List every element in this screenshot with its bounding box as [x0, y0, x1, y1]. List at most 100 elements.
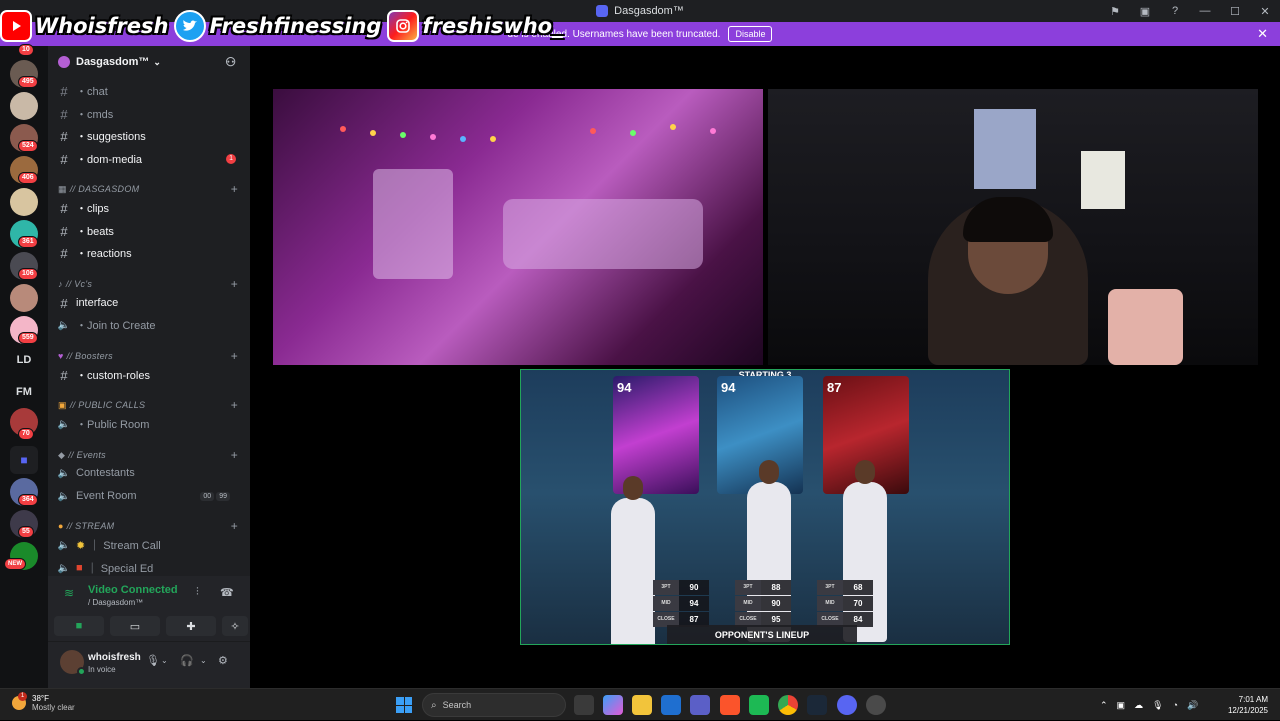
voice-event-room[interactable]: 🔈 Event Room 00 99: [56, 486, 242, 506]
copilot-icon[interactable]: [603, 695, 623, 715]
app-icon[interactable]: [749, 695, 769, 715]
category-label: // Boosters: [66, 351, 113, 361]
invite-people-icon[interactable]: ⚇: [225, 55, 236, 69]
player-model: [611, 476, 655, 644]
microphone-icon[interactable]: 🎙: [146, 654, 160, 667]
username[interactable]: whoisfresh: [88, 652, 141, 663]
weather-widget[interactable]: 1 38°F Mostly clear: [12, 692, 75, 712]
microphone-tray-icon[interactable]: 🎙: [1152, 700, 1163, 711]
brave-icon[interactable]: [720, 695, 740, 715]
channel-label: Contestants: [76, 467, 135, 479]
server-text-icon[interactable]: FM: [10, 378, 38, 406]
channel-label: ・suggestions: [76, 131, 146, 143]
headphones-icon[interactable]: 🎧: [180, 654, 194, 667]
file-explorer-icon[interactable]: [632, 695, 652, 715]
voice-stream-call[interactable]: 🔈 ✹ ｜ Stream Call: [56, 535, 242, 555]
video-tile-game-stream[interactable]: STARTING 3 94 94 87 3PT 90 MID 94 CLOSE 87 …: [520, 369, 1010, 645]
screen-share-icon: ▭: [129, 620, 141, 633]
add-channel-icon[interactable]: +: [231, 182, 238, 196]
heart-icon: ♥: [58, 351, 64, 361]
server-icon[interactable]: [10, 92, 38, 120]
voice-status[interactable]: Video Connected: [88, 584, 178, 596]
channel-dom-media[interactable]: # ・dom-media 1: [56, 149, 242, 169]
soundboard-icon: ✧: [230, 620, 240, 633]
server-text-icon[interactable]: LD: [10, 346, 38, 374]
settings-gear-icon[interactable]: ⚙: [218, 654, 228, 667]
category-dasgasdom[interactable]: ▦// DASGASDOM +: [58, 181, 242, 197]
maximize-button[interactable]: ☐: [1220, 5, 1250, 18]
settings-icon[interactable]: [866, 695, 886, 715]
channel-chat[interactable]: # ・chat: [56, 81, 242, 101]
stat-value: 94: [689, 599, 699, 608]
network-icon[interactable]: ☁: [1134, 700, 1143, 711]
inbox-icon[interactable]: ⚑: [1100, 5, 1130, 18]
wifi-icon[interactable]: ◔: [1173, 700, 1178, 710]
store-icon[interactable]: [661, 695, 681, 715]
start-button[interactable]: [396, 697, 412, 713]
category-stream[interactable]: ●// STREAM +: [58, 518, 242, 534]
taskbar-clock[interactable]: 7:01 AM 12/21/2025: [1228, 694, 1268, 716]
video-tile-webcam[interactable]: [768, 89, 1258, 365]
taskbar-search[interactable]: ⌕ Search: [422, 693, 566, 717]
minimize-button[interactable]: —: [1190, 5, 1220, 17]
disconnect-icon[interactable]: ☎: [220, 586, 234, 599]
channel-custom-roles[interactable]: # ・custom-roles: [56, 365, 242, 385]
tray-overflow-icon[interactable]: ⌃: [1100, 700, 1108, 711]
steam-icon[interactable]: [807, 695, 827, 715]
add-channel-icon[interactable]: +: [231, 448, 238, 462]
close-window-button[interactable]: ✕: [1250, 5, 1280, 18]
channel-reactions[interactable]: # ・reactions: [56, 243, 242, 263]
help-icon[interactable]: ?: [1160, 5, 1190, 17]
channel-label: ・cmds: [76, 109, 114, 121]
chevron-down-icon[interactable]: ⌄: [161, 656, 168, 665]
chevron-down-icon[interactable]: ⌄: [200, 656, 207, 665]
channel-label: ・dom-media: [76, 154, 143, 166]
add-channel-icon[interactable]: +: [231, 349, 238, 363]
task-view-icon[interactable]: [574, 695, 594, 715]
server-header[interactable]: Dasgasdom™ ⌄ ⚇: [48, 46, 250, 78]
voice-public-room[interactable]: 🔈 ・Public Room: [56, 414, 242, 434]
video-tile-room[interactable]: [273, 89, 763, 365]
channel-clips[interactable]: # ・clips: [56, 198, 242, 218]
teams-icon[interactable]: [690, 695, 710, 715]
channel-beats[interactable]: # ・beats: [56, 221, 242, 241]
volume-icon[interactable]: 🔊: [1187, 700, 1198, 711]
screen-icon[interactable]: ▣: [1130, 5, 1160, 18]
server-icon[interactable]: [10, 188, 38, 216]
voice-location[interactable]: / Dasgasdom™: [88, 598, 143, 607]
soundboard-button[interactable]: ✧: [222, 616, 248, 636]
category-events[interactable]: ◆// Events +: [58, 447, 242, 463]
chrome-icon[interactable]: [778, 695, 798, 715]
player-stats: 3PT 90 MID 94 CLOSE 87: [653, 580, 709, 628]
channel-cmds[interactable]: # ・cmds: [56, 104, 242, 124]
category-vcs[interactable]: ♪// Vc's +: [58, 276, 242, 292]
channel-interface[interactable]: # interface: [56, 293, 242, 313]
noise-suppression-icon[interactable]: ⫶: [196, 586, 199, 599]
camera-button[interactable]: ■: [54, 616, 104, 636]
avatar[interactable]: [60, 650, 86, 676]
category-boosters[interactable]: ♥// Boosters +: [58, 348, 242, 364]
hash-icon: #: [60, 200, 68, 216]
server-icon[interactable]: [10, 284, 38, 312]
voice-contestants[interactable]: 🔈 Contestants: [56, 463, 242, 483]
stat-value: 68: [853, 583, 863, 592]
tray-app-icon[interactable]: ▣: [1117, 700, 1126, 711]
add-channel-icon[interactable]: +: [231, 277, 238, 291]
voice-special-ed[interactable]: 🔈 ■ ｜ Special Ed: [56, 558, 242, 578]
discord-icon[interactable]: [837, 695, 857, 715]
category-label: // PUBLIC CALLS: [69, 400, 146, 410]
category-public-calls[interactable]: ▣// PUBLIC CALLS +: [58, 397, 242, 413]
player-head: [623, 476, 643, 500]
clock-date: 12/21/2025: [1227, 706, 1268, 715]
folder-icon[interactable]: ■: [10, 446, 38, 474]
discord-app-icon: [596, 5, 609, 17]
signal-icon[interactable]: ≋: [64, 586, 74, 600]
disable-button[interactable]: Disable: [728, 26, 773, 42]
voice-join-to-create[interactable]: 🔈 ・Join to Create: [56, 315, 242, 335]
screen-share-button[interactable]: ▭: [110, 616, 160, 636]
add-channel-icon[interactable]: +: [231, 398, 238, 412]
close-banner-icon[interactable]: ✕: [1257, 26, 1268, 42]
channel-suggestions[interactable]: # ・suggestions: [56, 126, 242, 146]
add-channel-icon[interactable]: +: [231, 519, 238, 533]
activities-button[interactable]: ✚: [166, 616, 216, 636]
